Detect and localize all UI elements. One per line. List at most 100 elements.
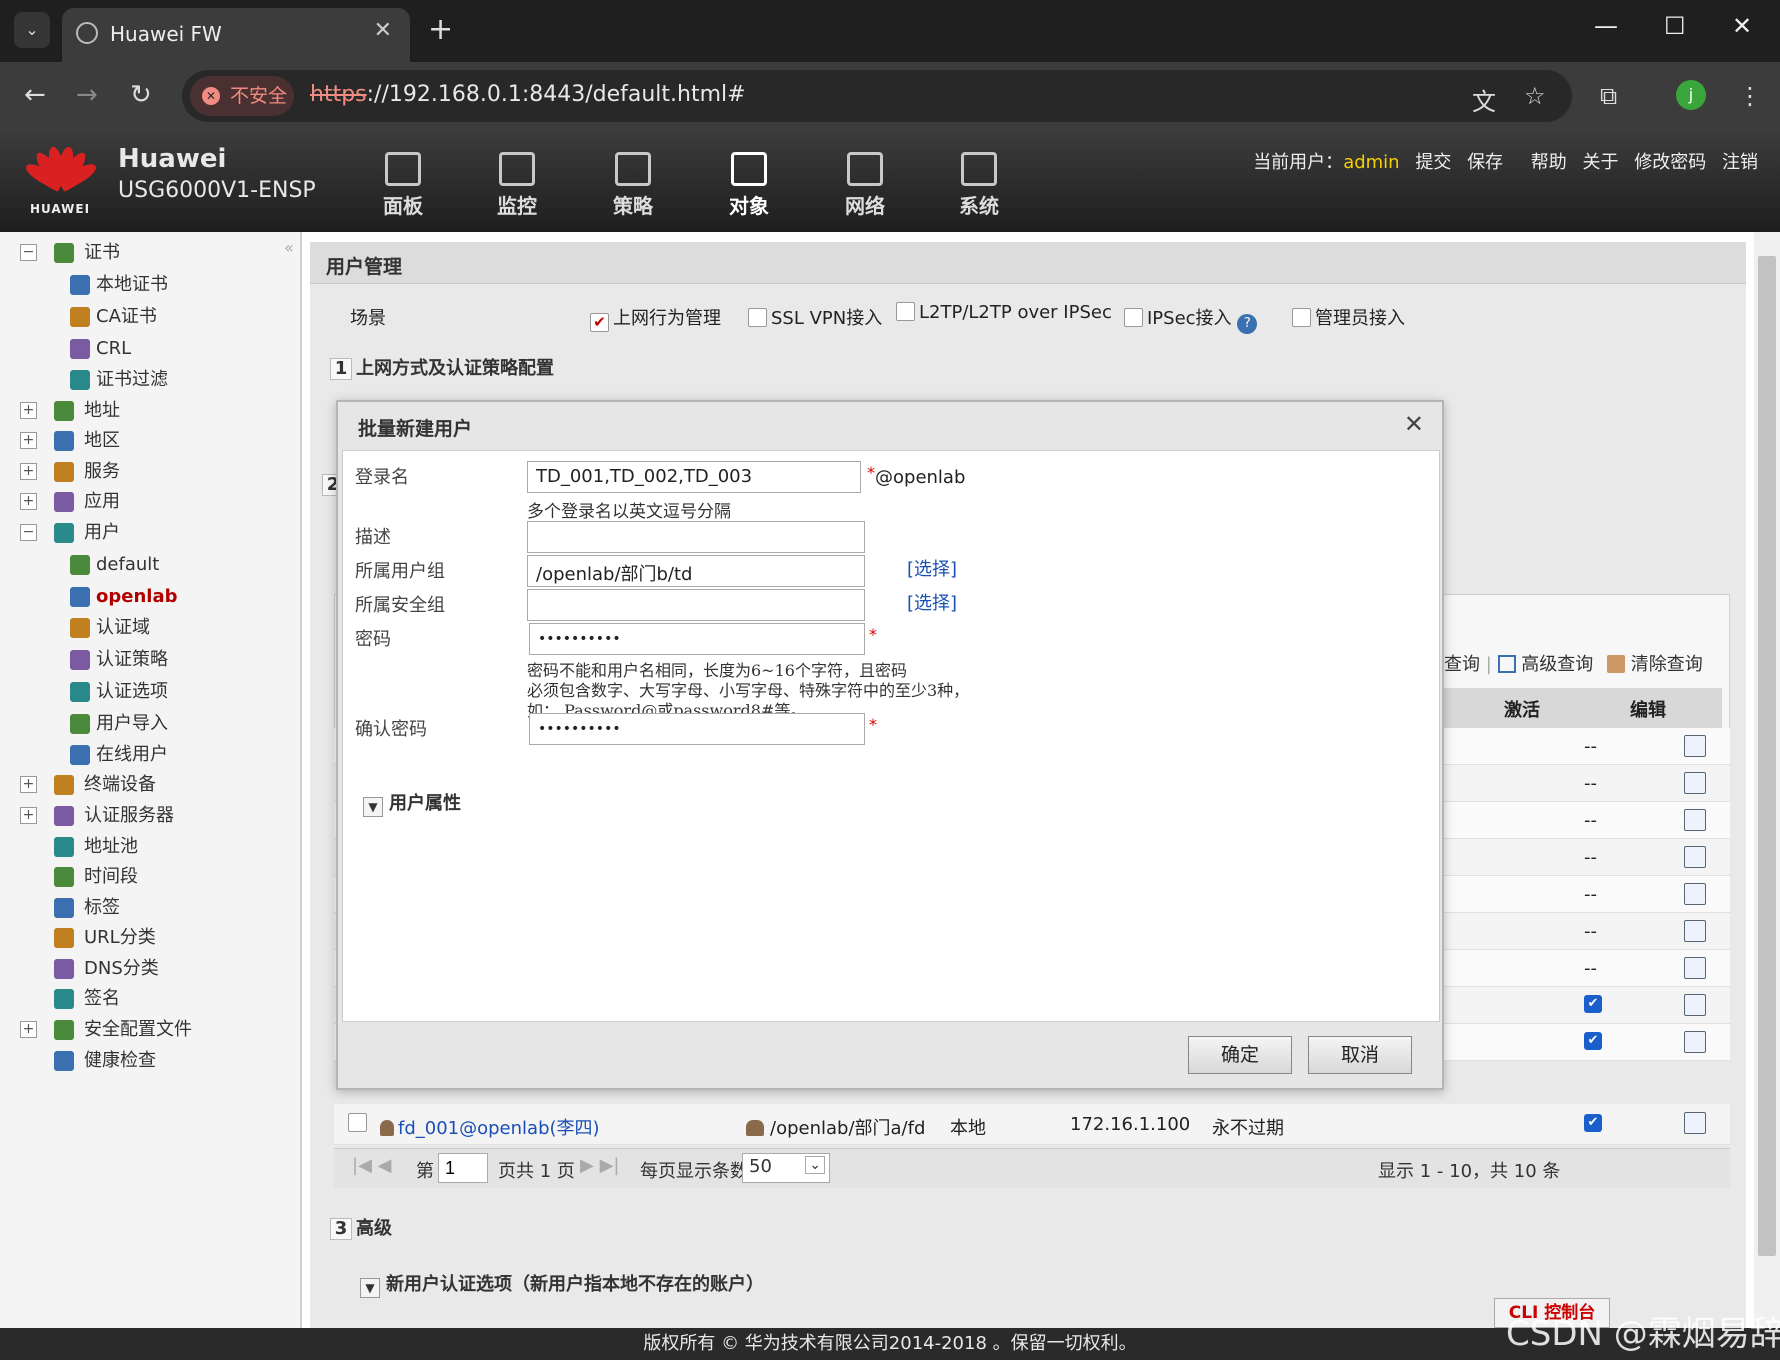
close-tab-icon[interactable]: ✕ bbox=[374, 18, 392, 43]
advanced-query-icon[interactable] bbox=[1497, 655, 1516, 673]
save-link[interactable]: 保存 bbox=[1467, 152, 1503, 173]
collapse-icon[interactable]: − bbox=[20, 524, 37, 541]
expand-icon[interactable]: + bbox=[20, 463, 37, 480]
edit-icon[interactable] bbox=[1684, 846, 1706, 868]
collapse-icon[interactable]: − bbox=[20, 244, 37, 261]
ok-button[interactable]: 确定 bbox=[1188, 1036, 1292, 1074]
new-tab-button[interactable]: + bbox=[428, 12, 453, 47]
first-page-icon[interactable]: |◀ ◀ bbox=[352, 1155, 391, 1176]
sidebar-item[interactable]: 健康检查 bbox=[22, 1046, 290, 1076]
new-user-options-toggle[interactable]: ▼ 新用户认证选项（新用户指本地不存在的账户） bbox=[360, 1270, 764, 1298]
edit-icon[interactable] bbox=[1684, 883, 1706, 905]
edit-icon[interactable] bbox=[1684, 735, 1706, 757]
sidebar-item[interactable]: 时间段 bbox=[22, 862, 290, 892]
expand-icon[interactable]: + bbox=[20, 1021, 37, 1038]
module-system[interactable]: 系统 bbox=[934, 152, 1024, 219]
expand-icon[interactable]: + bbox=[20, 776, 37, 793]
scene-ipsec[interactable]: IPSec接入 ? bbox=[1124, 304, 1258, 334]
module-dashboard[interactable]: 面板 bbox=[358, 152, 448, 219]
expand-icon[interactable]: + bbox=[20, 432, 37, 449]
sidebar-item[interactable]: 标签 bbox=[22, 893, 290, 923]
security-group-input[interactable] bbox=[527, 589, 865, 621]
sidebar-item[interactable]: + 地区 bbox=[20, 426, 290, 456]
table-row[interactable]: fd_001@openlab(李四) /openlab/部门a/fd 本地 17… bbox=[334, 1104, 1730, 1145]
sidebar-item[interactable]: 签名 bbox=[22, 984, 290, 1014]
sidebar-item[interactable]: − 证书 bbox=[20, 238, 290, 268]
tab-search-dropdown[interactable]: ⌄ bbox=[14, 12, 50, 48]
expand-icon[interactable]: + bbox=[20, 807, 37, 824]
expand-icon[interactable]: + bbox=[20, 493, 37, 510]
scrollbar-thumb[interactable] bbox=[1758, 256, 1776, 1256]
submit-link[interactable]: 提交 bbox=[1415, 152, 1451, 173]
sidebar-item[interactable]: 证书过滤 bbox=[70, 365, 290, 395]
choose-group-link[interactable]: [选择] bbox=[907, 555, 957, 581]
sidebar-item[interactable]: + 认证服务器 bbox=[20, 801, 290, 831]
module-policy[interactable]: 策略 bbox=[588, 152, 678, 219]
security-chip[interactable]: ✕ 不安全 bbox=[190, 76, 294, 116]
sidebar-item[interactable]: + 应用 bbox=[20, 487, 290, 517]
browser-tab[interactable]: Huawei FW ✕ bbox=[62, 8, 410, 62]
back-icon[interactable]: ← bbox=[24, 80, 46, 110]
edit-icon[interactable] bbox=[1684, 957, 1706, 979]
sidebar-item[interactable]: + 服务 bbox=[20, 457, 290, 487]
sidebar-item[interactable]: default bbox=[70, 550, 290, 580]
edit-icon[interactable] bbox=[1684, 994, 1706, 1016]
login-name-input[interactable]: TD_001,TD_002,TD_003 bbox=[527, 461, 861, 493]
address-bar[interactable]: ✕ 不安全 https://192.168.0.1:8443/default.h… bbox=[182, 70, 1572, 122]
sidebar-item[interactable]: + 地址 bbox=[20, 396, 290, 426]
sidebar-item[interactable]: 认证策略 bbox=[70, 645, 290, 675]
user-name-link[interactable]: fd_001@openlab(李四) bbox=[380, 1114, 600, 1140]
scene-internet-behavior[interactable]: ✔ 上网行为管理 bbox=[590, 304, 721, 332]
sidebar-item[interactable]: 在线用户 bbox=[70, 740, 290, 770]
user-group-input[interactable]: /openlab/部门b/td bbox=[527, 555, 865, 587]
per-page-select[interactable]: 50 ⌄ bbox=[742, 1153, 830, 1183]
page-scrollbar[interactable] bbox=[1754, 232, 1780, 1328]
confirm-password-input[interactable]: •••••••••• bbox=[529, 713, 865, 745]
cancel-button[interactable]: 取消 bbox=[1308, 1036, 1412, 1074]
edit-icon[interactable] bbox=[1684, 920, 1706, 942]
close-window-button[interactable]: ✕ bbox=[1732, 12, 1752, 40]
sidebar-item[interactable]: CRL bbox=[70, 334, 290, 364]
sidebar-item[interactable]: 认证域 bbox=[70, 613, 290, 643]
minimize-button[interactable]: — bbox=[1594, 12, 1618, 40]
sidebar-item[interactable]: openlab bbox=[70, 582, 290, 612]
edit-icon[interactable] bbox=[1684, 1031, 1706, 1053]
sidebar-item[interactable]: CA证书 bbox=[70, 302, 290, 332]
clear-query-icon[interactable] bbox=[1607, 655, 1625, 673]
user-attributes-toggle[interactable]: ▼ 用户属性 bbox=[363, 789, 461, 817]
logout-link[interactable]: 注销 bbox=[1722, 152, 1758, 173]
password-input[interactable]: •••••••••• bbox=[529, 623, 865, 655]
next-page-icon[interactable]: ▶ ▶| bbox=[580, 1155, 619, 1176]
scene-admin-access[interactable]: 管理员接入 bbox=[1292, 304, 1405, 330]
row-checkbox[interactable] bbox=[348, 1113, 367, 1132]
edit-icon[interactable] bbox=[1684, 772, 1706, 794]
edit-icon[interactable] bbox=[1684, 1112, 1706, 1134]
description-input[interactable] bbox=[527, 521, 865, 553]
help-link[interactable]: 帮助 bbox=[1531, 152, 1567, 173]
sidebar-item[interactable]: 本地证书 bbox=[70, 270, 290, 300]
reload-icon[interactable]: ↻ bbox=[130, 80, 152, 110]
expand-icon[interactable]: + bbox=[20, 402, 37, 419]
help-icon[interactable]: ? bbox=[1237, 314, 1258, 334]
forward-icon[interactable]: → bbox=[76, 80, 98, 110]
sidebar-item[interactable]: + 安全配置文件 bbox=[20, 1015, 290, 1045]
sidebar-item[interactable]: + 终端设备 bbox=[20, 770, 290, 800]
clear-query-button[interactable]: 清除查询 bbox=[1631, 654, 1703, 675]
query-button[interactable]: 查询 bbox=[1444, 654, 1480, 675]
advanced-query-button[interactable]: 高级查询 bbox=[1521, 654, 1593, 675]
module-object[interactable]: 对象 bbox=[704, 152, 794, 219]
scene-ssl-vpn[interactable]: SSL VPN接入 bbox=[748, 304, 882, 330]
page-number-input[interactable] bbox=[438, 1153, 488, 1183]
choose-security-group-link[interactable]: [选择] bbox=[907, 589, 957, 615]
sidebar-item[interactable]: − 用户 bbox=[20, 518, 290, 548]
browser-menu-icon[interactable]: ⋮ bbox=[1738, 82, 1762, 110]
maximize-button[interactable]: ☐ bbox=[1664, 12, 1686, 40]
change-password-link[interactable]: 修改密码 bbox=[1634, 152, 1706, 173]
sidebar-item[interactable]: URL分类 bbox=[22, 923, 290, 953]
sidebar-item[interactable]: 地址池 bbox=[22, 832, 290, 862]
scene-l2tp[interactable]: L2TP/L2TP over IPSec bbox=[896, 302, 1112, 323]
translate-icon[interactable]: 文 bbox=[1472, 82, 1496, 117]
about-link[interactable]: 关于 bbox=[1583, 152, 1619, 173]
module-monitor[interactable]: 监控 bbox=[472, 152, 562, 219]
bookmark-star-icon[interactable]: ☆ bbox=[1524, 82, 1546, 110]
